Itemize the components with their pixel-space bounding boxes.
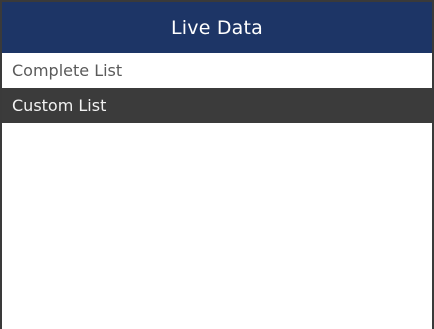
menu-item-complete-list[interactable]: Complete List: [2, 53, 432, 88]
menu-list: Complete List Custom List: [2, 53, 432, 123]
live-data-screen: Live Data Complete List Custom List: [0, 0, 434, 329]
title-bar: Live Data: [2, 2, 432, 53]
menu-item-custom-list[interactable]: Custom List: [2, 88, 432, 123]
page-title: Live Data: [170, 16, 263, 39]
